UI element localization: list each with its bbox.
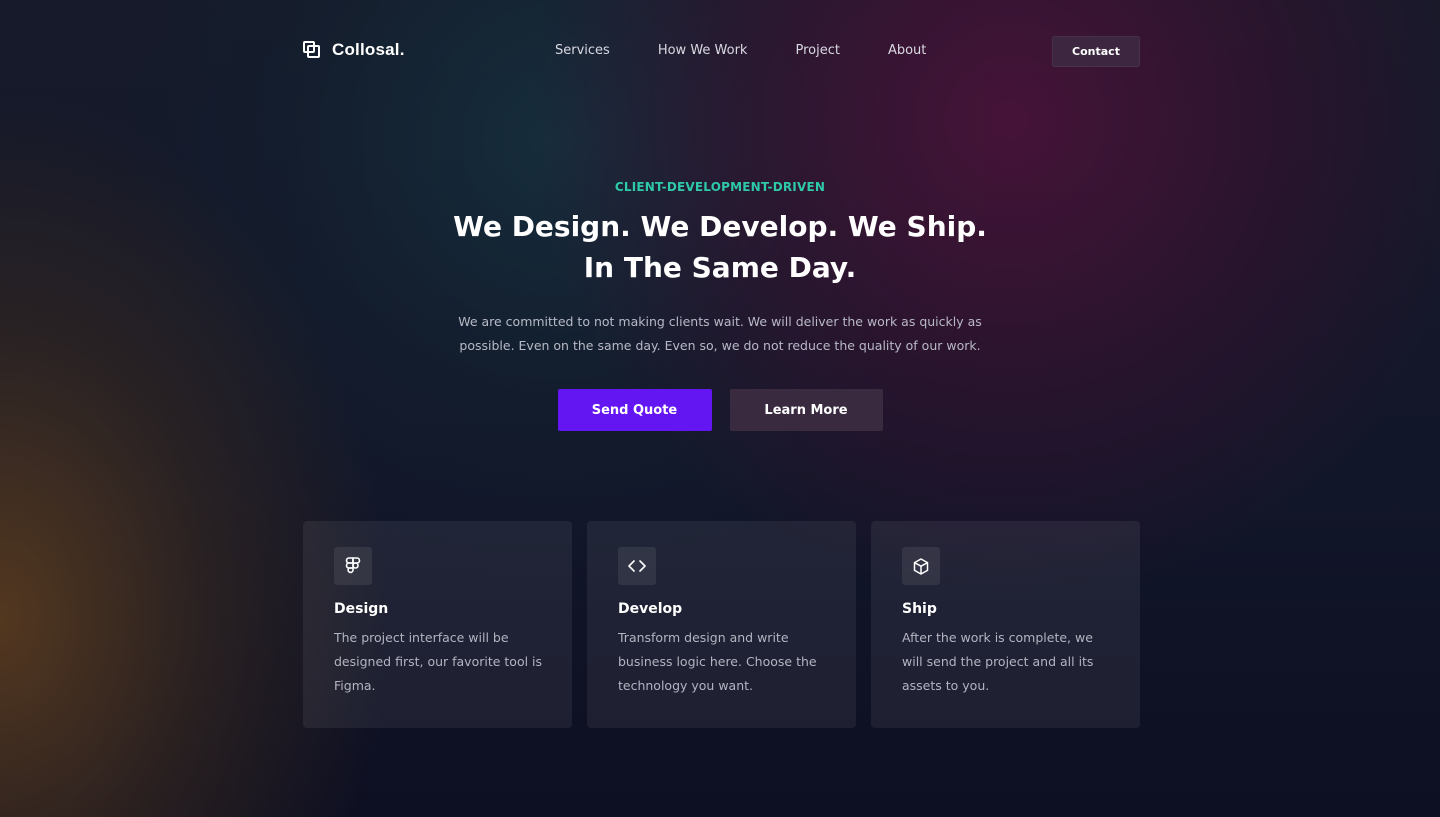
learn-more-button[interactable]: Learn More	[729, 389, 883, 431]
cube-icon	[902, 547, 940, 585]
hero-subtext: We are committed to not making clients w…	[458, 314, 982, 353]
card-text: Transform design and write business logi…	[618, 630, 817, 693]
top-nav: Collosal. Services How We Work Project A…	[302, 36, 1140, 67]
services-cards: Design The project interface will be des…	[303, 521, 1140, 728]
card-title: Develop	[618, 601, 683, 617]
hero-headline: We Design. We Develop. We Ship. In The S…	[453, 210, 987, 284]
card-design: Design The project interface will be des…	[303, 521, 572, 728]
hero-cta-group: Send Quote Learn More	[0, 389, 1440, 431]
contact-button[interactable]: Contact	[1052, 36, 1140, 67]
card-title: Design	[334, 601, 389, 617]
card-ship: Ship After the work is complete, we will…	[871, 521, 1140, 728]
card-title: Ship	[902, 601, 937, 617]
main-menu: Services How We Work Project About	[555, 43, 926, 58]
card-text: After the work is complete, we will send…	[902, 630, 1094, 693]
page: Collosal. Services How We Work Project A…	[0, 0, 1440, 817]
card-text: The project interface will be designed f…	[334, 630, 543, 693]
nav-link-how-we-work[interactable]: How We Work	[658, 43, 748, 58]
figma-icon	[334, 547, 372, 585]
code-icon	[618, 547, 656, 585]
hero-section: CLIENT-DEVELOPMENT-DRIVEN We Design. We …	[0, 180, 1440, 431]
send-quote-button[interactable]: Send Quote	[557, 389, 712, 431]
nav-link-project[interactable]: Project	[795, 43, 839, 58]
logo-icon	[302, 40, 322, 60]
nav-link-services[interactable]: Services	[555, 43, 610, 58]
nav-link-about[interactable]: About	[888, 43, 926, 58]
brand-name: Collosal.	[332, 40, 405, 59]
hero-eyebrow: CLIENT-DEVELOPMENT-DRIVEN	[614, 180, 826, 194]
brand-logo[interactable]: Collosal.	[302, 40, 405, 60]
card-develop: Develop Transform design and write busin…	[587, 521, 856, 728]
